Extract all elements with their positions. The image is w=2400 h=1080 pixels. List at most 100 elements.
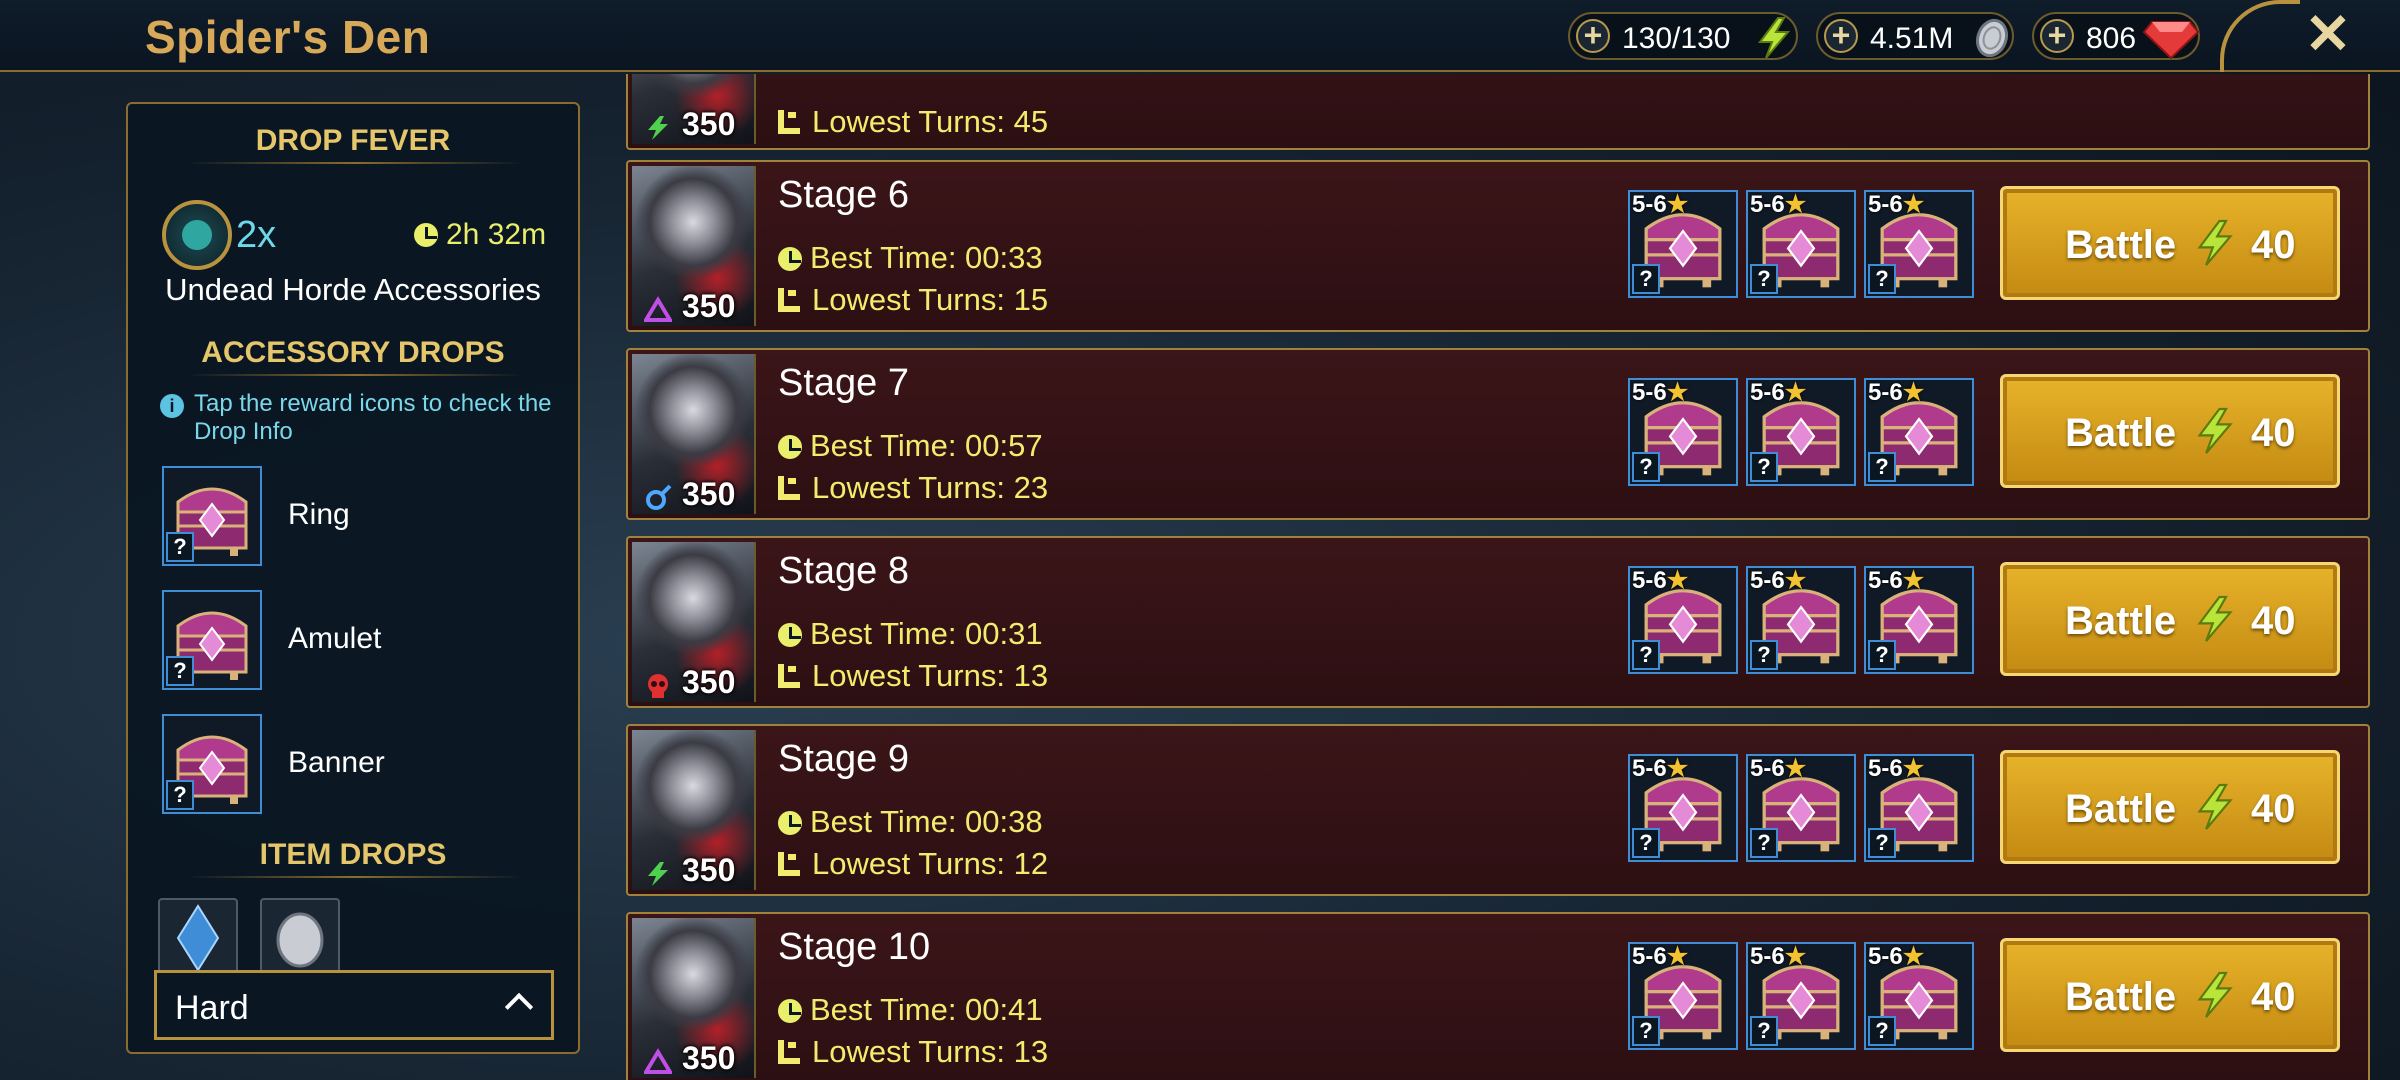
- chest-icon[interactable]: ?: [162, 466, 262, 566]
- question-mark-badge: ?: [166, 656, 194, 686]
- boss-level: 350: [682, 288, 736, 324]
- reward-stars: 5-6★: [1868, 379, 1925, 406]
- reward-chest[interactable]: 5-6★?: [1628, 566, 1738, 674]
- reward-stars: 5-6★: [1868, 567, 1925, 594]
- accessory-drop-banner[interactable]: ? Banner: [162, 714, 562, 814]
- stage-list[interactable]: 350 Lowest Turns: 45 ? ? ? 350 Stage 6 B…: [626, 74, 2370, 1080]
- difficulty-select[interactable]: Hard: [154, 970, 554, 1040]
- question-mark-badge: ?: [1868, 452, 1896, 482]
- battle-button[interactable]: Battle 40: [2000, 938, 2340, 1052]
- clock-icon: [414, 223, 438, 247]
- accessory-set-name: Undead Horde Accessories: [165, 272, 541, 307]
- drop-info-text: Tap the reward icons to check the Drop I…: [194, 390, 552, 445]
- reward-chest[interactable]: 5-6★?: [1864, 754, 1974, 862]
- ruby-gem-icon: [2142, 21, 2200, 60]
- battle-label: Battle: [2065, 975, 2177, 1019]
- stage-title: Stage 10: [778, 926, 931, 968]
- reward-chest[interactable]: 5-6★?: [1746, 378, 1856, 486]
- stage-row: 350 Stage 6 Best Time: 00:33 Lowest Turn…: [626, 160, 2370, 332]
- reward-stars: 5-6★: [1750, 379, 1807, 406]
- silver-counter[interactable]: + 4.51M: [1816, 12, 2014, 60]
- clock-icon: [778, 811, 802, 835]
- reward-chest[interactable]: 5-6★?: [1746, 190, 1856, 298]
- chevron-up-icon: [504, 992, 534, 1022]
- energy-counter[interactable]: + 130/130: [1568, 12, 1798, 60]
- stage-title: Stage 7: [778, 362, 909, 404]
- battle-button[interactable]: Battle 40: [2000, 750, 2340, 864]
- silver-coin-item-icon[interactable]: [260, 898, 340, 978]
- clock-icon: [778, 247, 802, 271]
- reward-chest[interactable]: 5-6★?: [1628, 378, 1738, 486]
- add-silver-button[interactable]: +: [1824, 19, 1858, 53]
- chest-icon[interactable]: ?: [162, 714, 262, 814]
- boot-icon: [778, 664, 800, 688]
- drop-fever-badge-icon[interactable]: [162, 200, 232, 270]
- gems-counter[interactable]: + 806: [2032, 12, 2200, 60]
- reward-stars: 5-6★: [1868, 943, 1925, 970]
- lightning-bolt-icon: [1758, 17, 1791, 59]
- lowest-turns: Lowest Turns: 45: [778, 104, 1048, 140]
- best-time: Best Time: 00:33: [778, 240, 1043, 276]
- battle-label: Battle: [2065, 787, 2177, 831]
- page-title: Spider's Den: [145, 11, 431, 63]
- corner-ornament: [2220, 0, 2300, 72]
- reward-stars: 5-6★: [1750, 567, 1807, 594]
- reward-chest[interactable]: 5-6★?: [1628, 190, 1738, 298]
- energy-cost: 40: [2251, 975, 2296, 1019]
- add-energy-button[interactable]: +: [1576, 19, 1610, 53]
- boss-portrait: 350: [632, 730, 756, 890]
- battle-button[interactable]: Battle 40: [2000, 186, 2340, 300]
- potion-item-icon[interactable]: [158, 898, 238, 978]
- question-mark-badge: ?: [1632, 452, 1660, 482]
- lowest-turns: Lowest Turns: 23: [778, 470, 1048, 506]
- reward-chest[interactable]: 5-6★?: [1864, 378, 1974, 486]
- boss-portrait: 350: [632, 74, 756, 144]
- question-mark-badge: ?: [1632, 828, 1660, 858]
- question-mark-badge: ?: [166, 780, 194, 810]
- reward-chest[interactable]: 5-6★?: [1864, 190, 1974, 298]
- energy-cost: 40: [2251, 599, 2296, 643]
- reward-chest[interactable]: 5-6★?: [1746, 754, 1856, 862]
- reward-chest[interactable]: 5-6★?: [1864, 942, 1974, 1050]
- stage-title: Stage 8: [778, 550, 909, 592]
- question-mark-badge: ?: [1868, 264, 1896, 294]
- reward-chest[interactable]: 5-6★?: [1628, 754, 1738, 862]
- lightning-bolt-icon: [2197, 971, 2233, 1018]
- reward-stars: 5-6★: [1868, 755, 1925, 782]
- battle-button[interactable]: Battle 40: [2000, 374, 2340, 488]
- clock-icon: [778, 999, 802, 1023]
- battle-label: Battle: [2065, 599, 2177, 643]
- silver-value: 4.51M: [1870, 22, 1954, 55]
- question-mark-badge: ?: [1632, 640, 1660, 670]
- best-time: Best Time: 00:31: [778, 616, 1043, 652]
- reward-chest[interactable]: 5-6★?: [1864, 566, 1974, 674]
- close-button[interactable]: ✕: [2300, 6, 2356, 62]
- reward-chest[interactable]: 5-6★?: [1628, 942, 1738, 1050]
- boss-portrait: 350: [632, 542, 756, 702]
- silver-coin-icon: [1975, 18, 2009, 58]
- reward-stars: 5-6★: [1632, 379, 1689, 406]
- energy-cost: 40: [2251, 223, 2296, 267]
- chest-icon[interactable]: ?: [162, 590, 262, 690]
- info-icon: i: [160, 394, 184, 418]
- question-mark-badge: ?: [1750, 1016, 1778, 1046]
- accessory-drop-ring[interactable]: ? Ring: [162, 466, 562, 566]
- boss-level: 350: [682, 476, 736, 512]
- reward-chest[interactable]: 5-6★?: [1746, 942, 1856, 1050]
- boot-icon: [778, 852, 800, 876]
- question-mark-badge: ?: [166, 532, 194, 562]
- battle-button[interactable]: Battle 40: [2000, 562, 2340, 676]
- stage-row: 350 Lowest Turns: 45 ? ? ?: [626, 74, 2370, 150]
- accessory-drop-amulet[interactable]: ? Amulet: [162, 590, 562, 690]
- reward-chest[interactable]: 5-6★?: [1746, 566, 1856, 674]
- add-gems-button[interactable]: +: [2040, 19, 2074, 53]
- stage-title: Stage 6: [778, 174, 909, 216]
- lightning-bolt-icon: [2197, 595, 2233, 642]
- best-time: Best Time: 00:38: [778, 804, 1043, 840]
- force-affinity-icon: [648, 862, 668, 886]
- reward-stars: 5-6★: [1750, 943, 1807, 970]
- divider: [188, 374, 522, 376]
- boot-icon: [778, 1040, 800, 1064]
- drop-fever-title: DROP FEVER: [255, 124, 451, 157]
- lowest-turns: Lowest Turns: 15: [778, 282, 1048, 318]
